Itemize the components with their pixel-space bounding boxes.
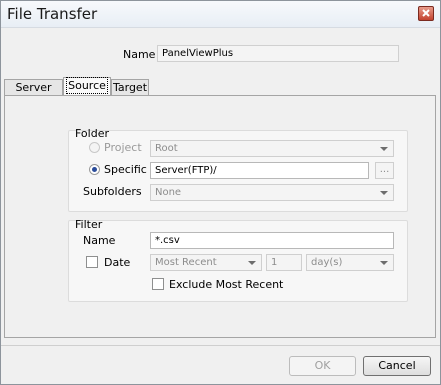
folder-group: Folder Project Root Specific Server(FTP)… [68,127,408,212]
title-bar: File Transfer [1,1,440,28]
window-title: File Transfer [7,5,98,23]
specific-path-input[interactable]: Server(FTP)/ [150,162,369,179]
filter-group: Filter Name *.csv Date Most Recent 1 day… [68,218,408,302]
date-count-input[interactable]: 1 [266,254,302,271]
tab-source[interactable]: Source [63,77,111,95]
name-field[interactable]: PanelViewPlus [157,45,399,62]
project-radio[interactable] [89,142,100,153]
subfolders-label: Subfolders [83,185,142,198]
specific-radio[interactable] [89,164,100,175]
date-mode-select[interactable]: Most Recent [150,254,262,271]
subfolders-select[interactable]: None [150,184,394,201]
source-panel: Folder Project Root Specific Server(FTP)… [4,95,436,338]
chevron-down-icon [380,147,388,151]
date-unit-select[interactable]: day(s) [306,254,394,271]
name-label: Name [123,48,156,61]
specific-label: Specific [104,163,147,176]
browse-button[interactable]: ... [375,162,394,179]
date-label: Date [104,256,131,269]
footer-separator [1,345,440,346]
tab-server[interactable]: Server [4,79,63,95]
ok-button[interactable]: OK [289,356,356,376]
filter-name-input[interactable]: *.csv [150,232,394,249]
exclude-most-recent-label: Exclude Most Recent [169,278,284,291]
date-checkbox[interactable] [86,256,98,268]
chevron-down-icon [248,261,256,265]
chevron-down-icon [380,261,388,265]
close-icon[interactable] [418,6,434,21]
exclude-most-recent-checkbox[interactable] [152,278,164,290]
tab-target[interactable]: Target [111,79,149,95]
filter-name-label: Name [83,234,116,247]
cancel-button[interactable]: Cancel [363,356,431,376]
project-label: Project [104,141,142,154]
project-select[interactable]: Root [150,140,394,157]
file-transfer-dialog: File Transfer Name PanelViewPlus Server … [0,0,441,385]
filter-heading: Filter [75,218,103,231]
chevron-down-icon [380,191,388,195]
folder-heading: Folder [75,127,109,140]
